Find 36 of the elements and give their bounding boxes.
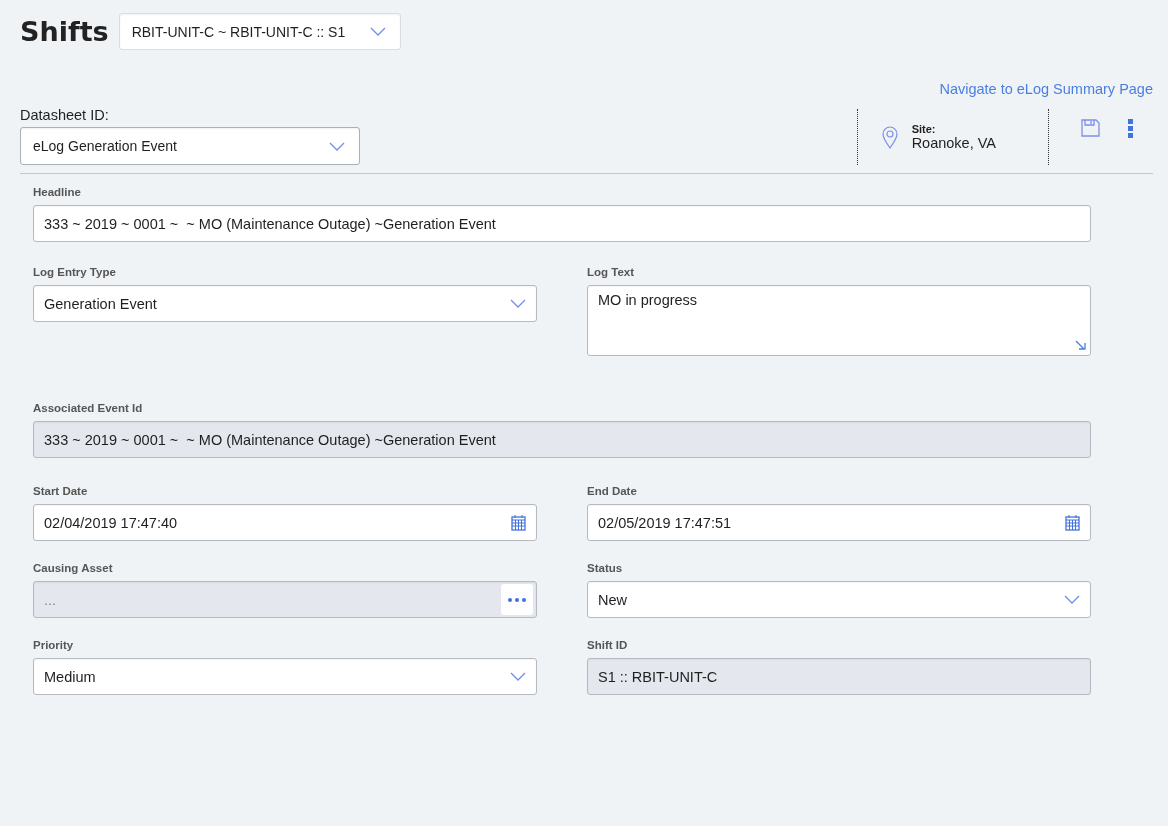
ellipsis-icon [508, 597, 526, 602]
calendar-icon[interactable] [1065, 514, 1080, 531]
field-label: Start Date [33, 485, 89, 497]
dropdown[interactable]: Medium [33, 658, 537, 695]
location-pin-icon [881, 125, 898, 149]
text-area[interactable]: MO in progress [587, 285, 1091, 356]
site-label: Site: [911, 123, 937, 135]
datasheet-dropdown[interactable]: eLog Generation Event [20, 127, 360, 165]
datasheet-label: Datasheet ID: [20, 107, 110, 123]
more-menu-icon[interactable] [1128, 119, 1133, 138]
chevron-down-icon [1064, 595, 1080, 604]
dropdown[interactable]: New [587, 581, 1091, 618]
chevron-down-icon [510, 299, 526, 308]
chevron-down-icon [329, 141, 345, 151]
save-icon[interactable] [1081, 119, 1100, 137]
date-field[interactable]: 02/04/2019 17:47:40 [33, 504, 537, 541]
field-label: Shift ID [587, 639, 629, 651]
field-label: Log Text [587, 266, 636, 278]
site-value: Roanoke, VA [911, 135, 996, 151]
resize-icon[interactable] [1075, 340, 1086, 351]
field-label: End Date [587, 485, 638, 497]
date-field[interactable]: 02/05/2019 17:47:51 [587, 504, 1091, 541]
field-label: Associated Event Id [33, 402, 144, 414]
field-label: Priority [33, 639, 75, 651]
summary-link[interactable]: Navigate to eLog Summary Page [939, 81, 1153, 97]
shift-dropdown[interactable]: RBIT-UNIT-C ~ RBIT-UNIT-C :: S1 [118, 13, 401, 50]
chevron-down-icon [369, 27, 386, 36]
field-label: Status [587, 562, 624, 574]
calendar-icon[interactable] [511, 514, 526, 531]
chevron-down-icon [510, 672, 526, 681]
field-label: Headline [33, 186, 82, 198]
page-title: Shifts [20, 16, 109, 47]
field-label: Causing Asset [33, 562, 114, 574]
text-field[interactable]: 333 ~ 2019 ~ 0001 ~ ~ MO (Maintenance Outage) ~Generation Event [33, 205, 1091, 242]
field-label: Log Entry Type [33, 266, 117, 278]
dropdown[interactable]: Generation Event [33, 285, 537, 322]
